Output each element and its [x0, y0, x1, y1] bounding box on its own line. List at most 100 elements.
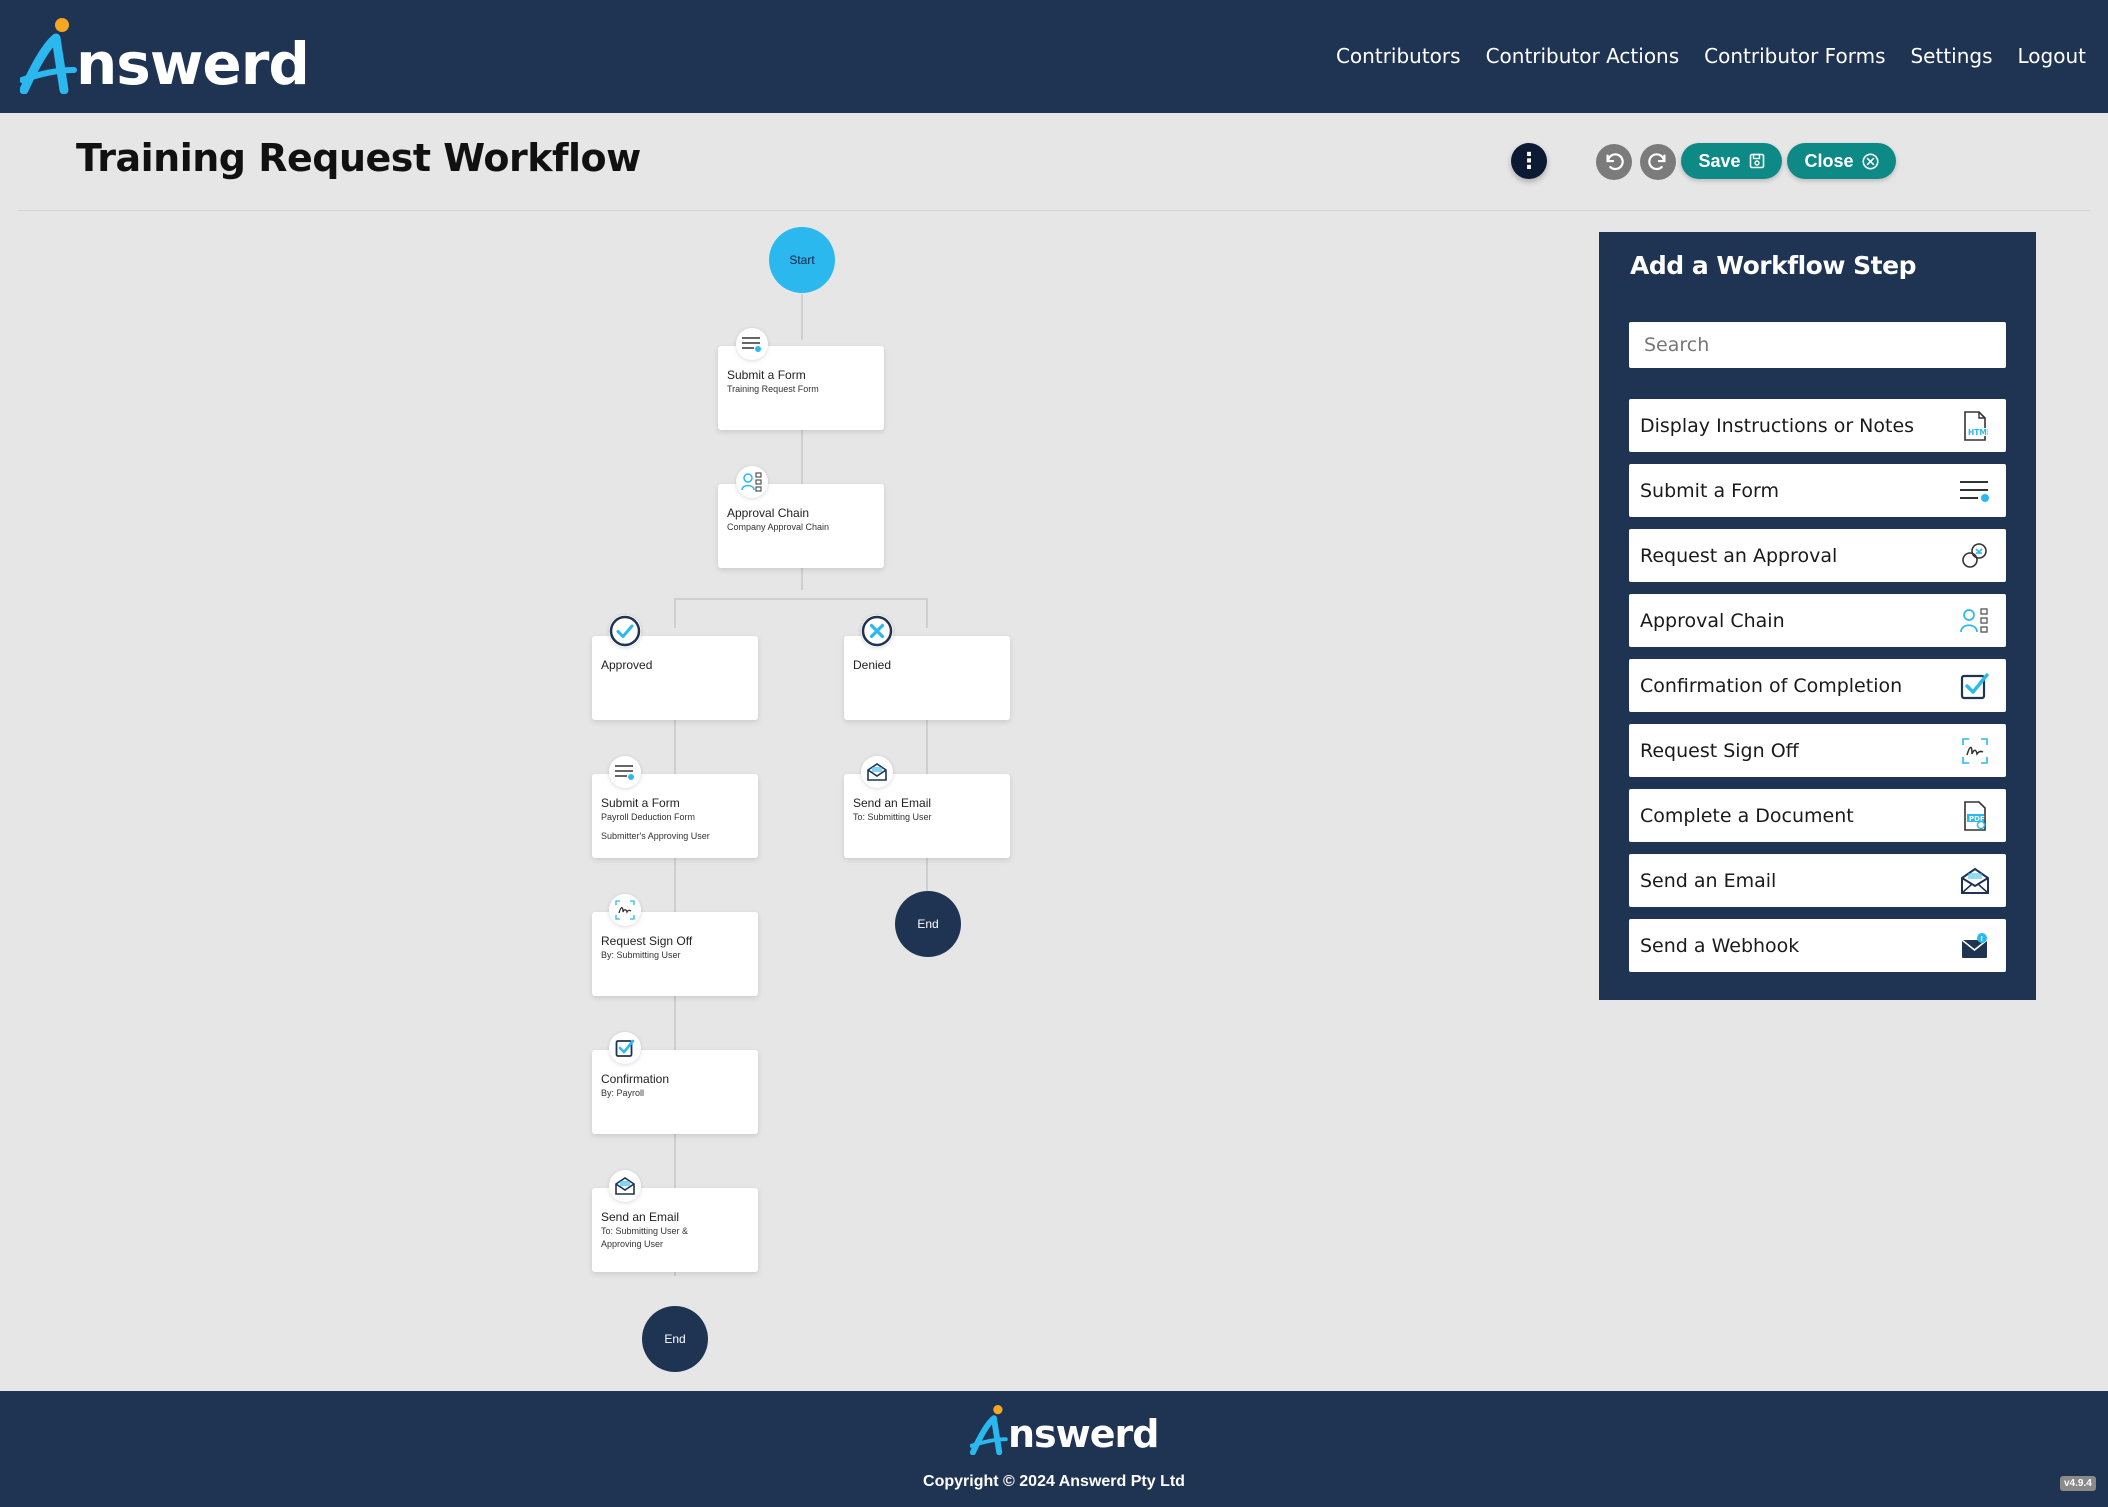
- approval-chain-icon: [1958, 604, 1992, 638]
- start-label: Start: [789, 253, 815, 267]
- step-title: Send an Email: [853, 796, 932, 810]
- step-option-display-instructions[interactable]: Display Instructions or Notes HTML: [1629, 399, 2006, 452]
- step-option-send-email[interactable]: Send an Email: [1629, 854, 2006, 907]
- undo-icon: [1606, 153, 1624, 171]
- check-circle-icon: [609, 615, 641, 647]
- save-label: Save: [1698, 150, 1741, 171]
- more-options-button[interactable]: ⋮: [1511, 143, 1547, 179]
- top-navbar: nswerd Contributors Contributor Actions …: [0, 0, 2108, 113]
- step-card-submit-form[interactable]: Submit a Form Training Request Form: [718, 346, 884, 430]
- logo-wordmark: nswerd: [1008, 1412, 1159, 1456]
- step-option-label: Request an Approval: [1640, 544, 1838, 567]
- end-label: End: [917, 917, 939, 931]
- logo-mark-icon: [20, 18, 77, 94]
- svg-text:HTML: HTML: [1968, 428, 1988, 437]
- step-subtitle: To: Submitting User &: [601, 1226, 689, 1236]
- nav-contributor-actions[interactable]: Contributor Actions: [1486, 44, 1680, 68]
- connector: [674, 598, 676, 628]
- close-icon: [1861, 152, 1879, 170]
- step-option-request-approval[interactable]: Request an Approval: [1629, 529, 2006, 582]
- close-button[interactable]: Close: [1787, 143, 1896, 179]
- start-node[interactable]: Start: [769, 227, 835, 293]
- panel-title: Add a Workflow Step: [1630, 251, 1916, 280]
- step-title: Denied: [853, 658, 892, 672]
- step-search-input[interactable]: [1629, 322, 2006, 368]
- webhook-icon: !: [1958, 929, 1992, 963]
- step-option-confirmation-completion[interactable]: Confirmation of Completion: [1629, 659, 2006, 712]
- pdf-doc-icon: PDF: [1958, 799, 1992, 833]
- main-nav: Contributors Contributor Actions Contrib…: [1336, 44, 2086, 68]
- end-label: End: [664, 1332, 686, 1346]
- step-subtitle: By: Payroll: [601, 1088, 645, 1098]
- step-option-label: Submit a Form: [1640, 479, 1779, 502]
- step-option-approval-chain[interactable]: Approval Chain: [1629, 594, 2006, 647]
- header-divider: [18, 210, 2090, 211]
- nav-contributors[interactable]: Contributors: [1336, 44, 1461, 68]
- logo-wordmark: nswerd: [76, 30, 310, 98]
- form-icon: [1958, 474, 1992, 508]
- page-title: Training Request Workflow: [76, 136, 641, 180]
- step-card-send-email-denied[interactable]: Send an Email To: Submitting User: [844, 774, 1010, 858]
- step-option-label: Complete a Document: [1640, 804, 1854, 827]
- step-option-send-webhook[interactable]: Send a Webhook !: [1629, 919, 2006, 972]
- step-title: Request Sign Off: [601, 934, 693, 948]
- step-note: Submitter's Approving User: [601, 831, 710, 841]
- step-option-label: Display Instructions or Notes: [1640, 414, 1915, 437]
- step-card-approved[interactable]: Approved: [592, 636, 758, 720]
- connector: [801, 294, 803, 340]
- step-title: Confirmation: [601, 1072, 670, 1086]
- svg-text:!: !: [1980, 935, 1983, 943]
- answerd-logo[interactable]: nswerd: [20, 18, 310, 98]
- step-option-label: Confirmation of Completion: [1640, 674, 1903, 697]
- nav-contributor-forms[interactable]: Contributor Forms: [1704, 44, 1885, 68]
- redo-button[interactable]: [1640, 144, 1676, 180]
- step-option-label: Send an Email: [1640, 869, 1777, 892]
- version-badge: v4.9.4: [2060, 1476, 2096, 1491]
- workflow-canvas[interactable]: Start Submit a Form Training Request For…: [0, 212, 1560, 1390]
- step-subtitle: By: Submitting User: [601, 950, 681, 960]
- add-workflow-step-panel: Add a Workflow Step Display Instructions…: [1599, 232, 2036, 1000]
- redo-icon: [1648, 153, 1666, 171]
- signature-icon: [1958, 734, 1992, 768]
- save-button[interactable]: Save: [1681, 143, 1782, 179]
- step-title: Approval Chain: [727, 506, 810, 520]
- connector: [926, 598, 928, 628]
- close-label: Close: [1804, 150, 1854, 171]
- step-title: Submit a Form: [601, 796, 680, 810]
- step-card-submit-form-payroll[interactable]: Submit a Form Payroll Deduction Form Sub…: [592, 774, 758, 858]
- undo-button[interactable]: [1596, 144, 1632, 180]
- step-card-confirmation[interactable]: Confirmation By: Payroll: [592, 1050, 758, 1134]
- step-title: Send an Email: [601, 1210, 680, 1224]
- html-doc-icon: HTML: [1958, 409, 1992, 443]
- step-card-approval-chain[interactable]: Approval Chain Company Approval Chain: [718, 484, 884, 568]
- checkbox-icon: [1958, 669, 1992, 703]
- step-card-send-email-approved[interactable]: Send an Email To: Submitting User & Appr…: [592, 1188, 758, 1272]
- save-icon: [1749, 153, 1764, 169]
- x-circle-icon: [861, 615, 893, 647]
- kebab-icon: ⋮: [1518, 148, 1540, 173]
- step-option-submit-form[interactable]: Submit a Form: [1629, 464, 2006, 517]
- step-option-label: Send a Webhook: [1640, 934, 1800, 957]
- nav-settings[interactable]: Settings: [1910, 44, 1992, 68]
- footer: nswerd Copyright © 2024 Answerd Pty Ltd: [0, 1391, 2108, 1507]
- step-title: Approved: [601, 658, 653, 672]
- end-node[interactable]: End: [895, 891, 961, 957]
- logo-mark-icon: [970, 1405, 1008, 1455]
- footer-logo[interactable]: nswerd: [970, 1405, 1159, 1455]
- step-card-sign-off[interactable]: Request Sign Off By: Submitting User: [592, 912, 758, 996]
- end-node[interactable]: End: [642, 1306, 708, 1372]
- step-option-complete-document[interactable]: Complete a Document PDF: [1629, 789, 2006, 842]
- step-card-denied[interactable]: Denied: [844, 636, 1010, 720]
- step-subtitle-2: Approving User: [601, 1239, 664, 1249]
- nav-logout[interactable]: Logout: [2018, 44, 2086, 68]
- form-icon: [609, 756, 641, 788]
- approval-chain-icon: [736, 466, 768, 498]
- step-subtitle: Company Approval Chain: [727, 522, 830, 532]
- approval-icon: [1958, 539, 1992, 573]
- step-option-request-sign-off[interactable]: Request Sign Off: [1629, 724, 2006, 777]
- signature-icon: [609, 894, 641, 926]
- connector: [801, 428, 803, 484]
- step-option-label: Request Sign Off: [1640, 739, 1799, 762]
- step-title: Submit a Form: [727, 368, 806, 382]
- step-subtitle: To: Submitting User: [853, 812, 932, 822]
